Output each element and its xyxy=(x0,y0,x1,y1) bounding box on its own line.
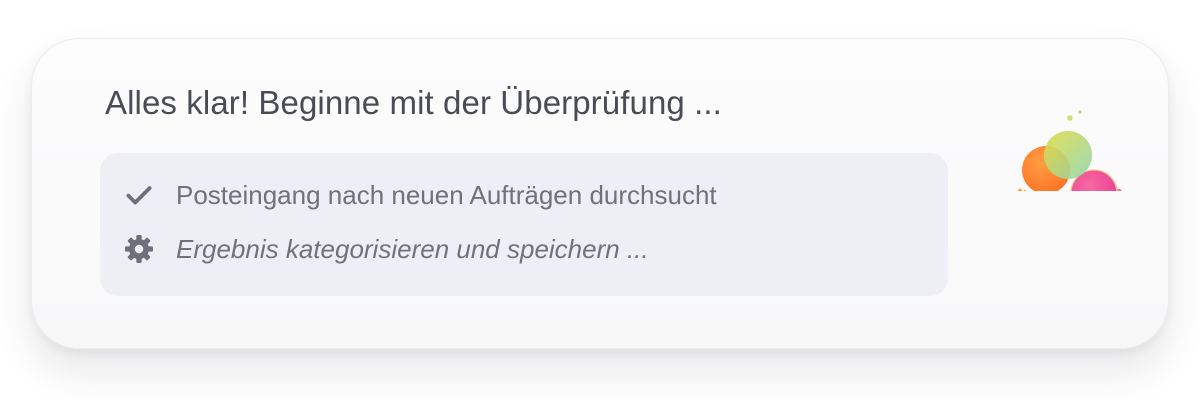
task-label: Posteingang nach neuen Aufträgen durchsu… xyxy=(176,179,717,210)
task-list: Posteingang nach neuen Aufträgen durchsu… xyxy=(100,153,948,296)
task-item-in-progress: Ergebnis kategorisieren und speichern ..… xyxy=(122,229,649,269)
task-item-done: Posteingang nach neuen Aufträgen durchsu… xyxy=(122,175,717,215)
colorful-bubbles-logo xyxy=(1008,71,1138,217)
task-label: Ergebnis kategorisieren und speichern ..… xyxy=(176,233,649,264)
status-title: Alles klar! Beginne mit der Überprüfung … xyxy=(105,84,722,121)
status-card: Alles klar! Beginne mit der Überprüfung … xyxy=(31,38,1169,349)
gear-icon xyxy=(122,232,156,266)
checkmark-icon xyxy=(122,178,156,212)
